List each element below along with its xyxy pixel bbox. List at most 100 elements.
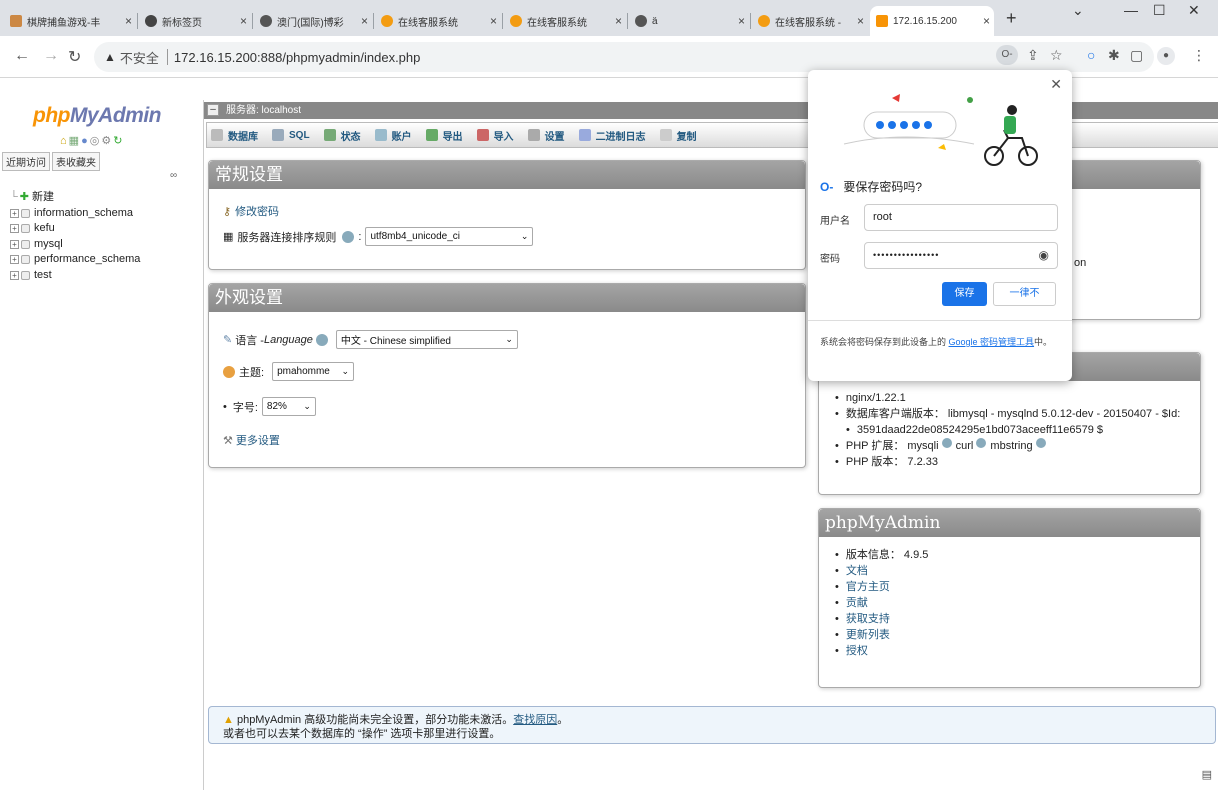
password-field[interactable]: •••••••••••••••• ◉ — [864, 242, 1058, 269]
close-icon[interactable]: × — [857, 14, 864, 28]
profile-icon[interactable]: ● — [1157, 47, 1175, 65]
back-icon[interactable]: ← — [14, 47, 30, 65]
menu-binlog[interactable]: 二进制日志 — [578, 128, 646, 143]
close-icon[interactable]: × — [240, 14, 247, 28]
bookmark-star-icon[interactable]: ☆ — [1050, 47, 1063, 64]
forward-icon[interactable]: → — [43, 47, 59, 65]
share-icon[interactable]: ⇪ — [1027, 47, 1039, 64]
tab-search-icon[interactable]: ⌄ — [1072, 2, 1084, 19]
server-label[interactable]: 服务器: localhost — [226, 105, 301, 116]
tab-label: ä — [652, 15, 658, 27]
menu-sql[interactable]: SQL — [272, 129, 310, 141]
support-link[interactable]: 获取支持 — [846, 611, 890, 627]
docs-link[interactable]: 文档 — [846, 563, 868, 579]
username-field[interactable]: root — [864, 204, 1058, 231]
find-reason-link[interactable]: 查找原因 — [513, 714, 557, 726]
browser-tab-5[interactable]: 在线客服系统 × — [504, 6, 626, 36]
browser-tab-7[interactable]: 在线客服系统 - × — [752, 6, 868, 36]
collapse-icon[interactable]: – — [207, 104, 219, 116]
browser-tab-3[interactable]: 澳门(国际)博彩 × — [254, 6, 372, 36]
menu-export[interactable]: 导出 — [425, 128, 463, 143]
key-icon[interactable]: O- — [996, 45, 1018, 65]
change-password-link[interactable]: 修改密码 — [235, 203, 279, 219]
extension-circle-icon[interactable]: ○ — [1087, 47, 1095, 63]
settings-icon[interactable]: ⚙ — [101, 135, 113, 147]
docs-icon[interactable]: ◎ — [90, 135, 102, 147]
browser-tab-active[interactable]: 172.16.15.200 × — [870, 6, 994, 36]
home-icon[interactable]: ⌂ — [60, 135, 69, 147]
tree-item-db[interactable]: + information_schema — [10, 206, 140, 222]
show-password-icon[interactable]: ◉ — [1039, 243, 1049, 268]
new-tab-button[interactable]: + — [1006, 8, 1017, 29]
database-icon — [21, 255, 30, 265]
browser-tab-1[interactable]: 棋牌捕鱼游戏-丰 × — [4, 6, 136, 36]
list-item: 获取支持 — [835, 611, 928, 627]
link-icon[interactable]: ∞ — [170, 170, 177, 181]
browser-tab-2[interactable]: 新标签页 × — [139, 6, 251, 36]
menu-import[interactable]: 导入 — [476, 128, 514, 143]
theme-select[interactable]: pmahomme ⌄ — [272, 362, 355, 381]
reload-icon[interactable]: ↻ — [68, 47, 81, 67]
window-close-icon[interactable]: ✕ — [1188, 2, 1200, 19]
help-icon[interactable] — [976, 438, 987, 448]
expand-icon[interactable]: + — [10, 208, 19, 218]
tree-item-db[interactable]: + mysql — [10, 237, 140, 253]
close-icon[interactable]: × — [125, 14, 132, 28]
fontsize-select[interactable]: 82% ⌄ — [261, 397, 316, 416]
recent-tab[interactable]: 近期访问 — [2, 152, 50, 171]
browser-tab-6[interactable]: ä × — [629, 6, 749, 36]
language-select[interactable]: 中文 - Chinese simplified ⌄ — [335, 330, 518, 349]
minimize-icon[interactable]: — — [1124, 2, 1138, 18]
expand-icon[interactable]: + — [10, 255, 19, 265]
sql-icon[interactable]: ▦ — [69, 135, 81, 147]
close-icon[interactable]: × — [983, 14, 990, 28]
homepage-link[interactable]: 官方主页 — [846, 579, 890, 595]
sidepanel-icon[interactable]: ▢ — [1130, 47, 1143, 64]
config-notice: ▲ phpMyAdmin 高级功能尚未完全设置，部分功能未激活。查找原因。 或者… — [208, 706, 1216, 744]
menu-settings[interactable]: 设置 — [527, 128, 565, 143]
changelog-link[interactable]: 更新列表 — [846, 627, 890, 643]
close-icon[interactable]: × — [615, 14, 622, 28]
console-icon[interactable]: ▤ — [1202, 768, 1212, 781]
close-icon[interactable]: × — [738, 14, 745, 28]
tree-item-db[interactable]: + performance_schema — [10, 252, 140, 268]
url-bar[interactable]: ▲ 不安全 172.16.15.200:888/phpmyadmin/index… — [94, 42, 1154, 72]
phpmyadmin-logo[interactable]: phpMyAdmin — [33, 104, 161, 128]
expand-icon[interactable]: + — [10, 224, 19, 234]
help-icon[interactable] — [1035, 438, 1046, 448]
list-item-continuation: 3591daad22de08524295e1bd073aceeff11e6579… — [835, 422, 1197, 438]
menu-status[interactable]: 状态 — [323, 128, 361, 143]
collation-select[interactable]: utf8mb4_unicode_ci ⌄ — [365, 227, 534, 246]
reload-nav-icon[interactable]: ↻ — [113, 135, 124, 147]
menu-replication[interactable]: 复制 — [659, 128, 697, 143]
left-navigation-panel: phpMyAdmin ⌂▦●◎⚙↻ 近期访问 表收藏夹 ∞ └ ✚ 新建 + infor… — [0, 98, 200, 790]
puzzle-icon[interactable]: ✱ — [1108, 47, 1120, 64]
help-icon[interactable] — [342, 230, 355, 243]
browser-tab-strip: 棋牌捕鱼游戏-丰 × 新标签页 × 澳门(国际)博彩 × 在线客服系统 × 在线… — [0, 0, 1218, 36]
warning-icon: ▲ — [104, 50, 116, 64]
menu-accounts[interactable]: 账户 — [374, 128, 412, 143]
never-button[interactable]: 一律不 — [993, 282, 1056, 306]
license-link[interactable]: 授权 — [846, 643, 868, 659]
database-icon — [21, 270, 30, 280]
expand-icon[interactable]: + — [10, 270, 19, 280]
help-icon[interactable] — [315, 333, 328, 346]
password-manager-link[interactable]: Google 密码管理工具 — [949, 337, 1035, 347]
expand-icon[interactable]: + — [10, 239, 19, 249]
save-button[interactable]: 保存 — [942, 282, 987, 306]
maximize-icon[interactable]: ☐ — [1153, 2, 1166, 19]
nav-quick-icons[interactable]: ⌂▦●◎⚙↻ — [60, 134, 124, 147]
menu-databases[interactable]: 数据库 — [211, 128, 258, 143]
contribute-link[interactable]: 贡献 — [846, 595, 868, 611]
help-icon[interactable] — [941, 438, 952, 448]
close-icon[interactable]: × — [490, 14, 497, 28]
close-icon[interactable]: × — [361, 14, 368, 28]
menu-dots-icon[interactable]: ⋮ — [1192, 47, 1206, 64]
browser-tab-4[interactable]: 在线客服系统 × — [375, 6, 501, 36]
tree-item-db[interactable]: + test — [10, 268, 140, 284]
favorites-tab[interactable]: 表收藏夹 — [52, 152, 100, 171]
tree-item-db[interactable]: + kefu — [10, 221, 140, 237]
tree-item-new[interactable]: └ ✚ 新建 — [10, 190, 140, 206]
logout-icon[interactable]: ● — [81, 135, 90, 147]
more-settings-link[interactable]: 更多设置 — [236, 432, 280, 448]
